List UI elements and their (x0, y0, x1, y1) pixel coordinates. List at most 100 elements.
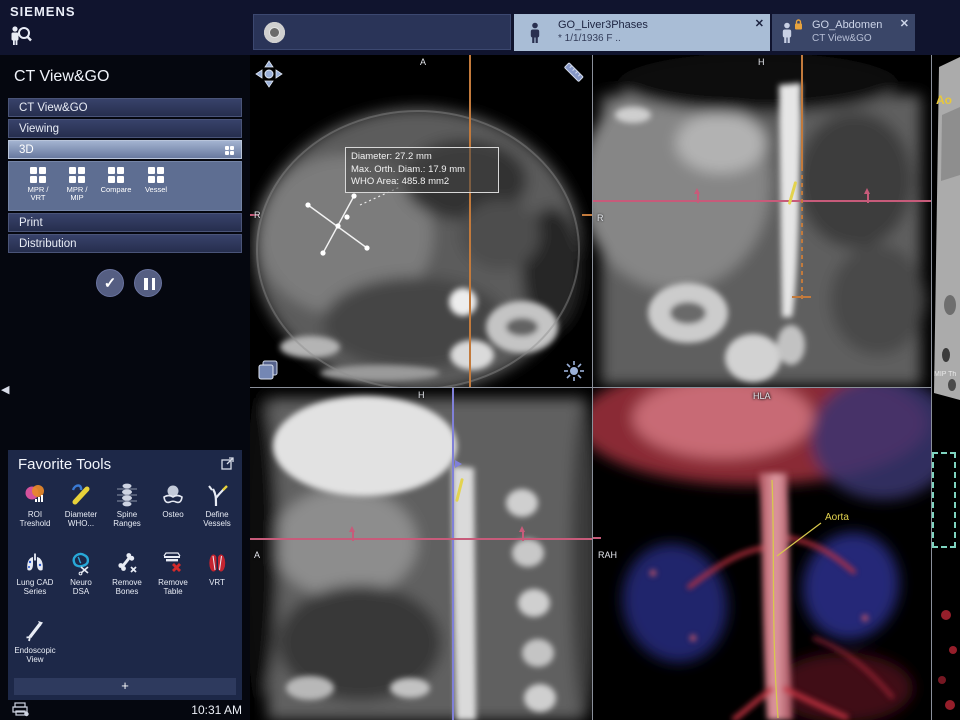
crosshair-vertical-orange[interactable] (469, 55, 471, 388)
orientation-label-top: H (418, 390, 425, 400)
remove-table-icon (160, 550, 186, 576)
tool-osteo[interactable]: Osteo (150, 482, 196, 519)
vrt-icon (204, 550, 230, 576)
endoscopic-view-icon (22, 618, 48, 644)
sidebar-collapse-arrow[interactable]: ◀ (1, 383, 9, 396)
add-tool-button[interactable]: + (14, 678, 236, 695)
close-icon[interactable]: ✕ (755, 17, 764, 30)
tool-vrt[interactable]: VRT (194, 550, 240, 587)
selection-frame[interactable] (932, 452, 956, 548)
preset-grid-icon (30, 167, 46, 183)
sagittal-ct-image[interactable] (250, 388, 593, 720)
menu-item-distribution[interactable]: Distribution (8, 234, 242, 253)
favorite-tools-title: Favorite Tools (18, 456, 111, 473)
preset-vessel[interactable]: Vessel (135, 167, 177, 194)
orientation-label-left: A (254, 550, 260, 560)
tool-remove-bones[interactable]: Remove Bones (104, 550, 150, 596)
viewport-side-strip[interactable]: Ao MIP Th (932, 55, 960, 720)
tool-define-vessels[interactable]: Define Vessels (194, 482, 240, 528)
crosshair-horizontal-pink[interactable] (593, 200, 932, 202)
orientation-label-left: R (254, 210, 261, 220)
axial-ct-image[interactable] (250, 55, 593, 388)
clock: 10:31 AM (191, 703, 242, 717)
viewport-coronal[interactable]: H R (593, 55, 932, 388)
close-icon[interactable]: ✕ (900, 17, 909, 30)
patient-icon (528, 22, 542, 44)
menu-item-print[interactable]: Print (8, 213, 242, 232)
viewport-sagittal[interactable]: H A (250, 388, 593, 720)
preset-mpr-vrt[interactable]: MPR / VRT (17, 167, 59, 202)
spine-ranges-icon (114, 482, 140, 508)
page-title: CT View&GO (14, 68, 109, 86)
confirm-button[interactable]: ✓ (96, 269, 124, 297)
preset-compare[interactable]: Compare (95, 167, 137, 194)
diameter-who-icon (68, 482, 94, 508)
lock-icon (794, 19, 803, 30)
tool-diameter-who[interactable]: Diameter WHO... (58, 482, 104, 528)
orientation-label-top: H (758, 57, 765, 67)
viewport-axial[interactable]: Diameter: 27.2 mm Max. Orth. Diam.: 17.9… (250, 55, 593, 388)
preset-grid-icon (69, 167, 85, 183)
top-bar: SIEMENS GO_Liver3Phases * 1/1/1936 F .. … (0, 0, 960, 55)
strip-mode-label: MIP Th (934, 371, 956, 378)
lung-cad-icon (22, 550, 48, 576)
pink-arrow-stem (867, 194, 869, 203)
undock-icon[interactable] (221, 457, 234, 470)
neuro-dsa-icon (68, 550, 94, 576)
strip-divider (931, 55, 932, 720)
tool-neuro-dsa[interactable]: Neuro DSA (58, 550, 104, 596)
viewport-divider-horizontal (250, 387, 932, 388)
pause-icon (144, 278, 155, 290)
strip-ct-image[interactable] (932, 55, 960, 720)
ct-viewgo-app: SIEMENS GO_Liver3Phases * 1/1/1936 F .. … (0, 0, 960, 720)
tab-subtitle: CT View&GO (812, 33, 872, 44)
define-vessels-icon (204, 482, 230, 508)
patient-browser-icon[interactable] (9, 24, 33, 48)
vessel-label[interactable]: Aorta (825, 512, 849, 523)
measurement-annotation[interactable]: Diameter: 27.2 mm Max. Orth. Diam.: 17.9… (345, 147, 499, 193)
crosshair-tick-pink (593, 537, 601, 539)
ruler-icon[interactable] (561, 59, 587, 85)
tab-go-liver3phases[interactable]: GO_Liver3Phases * 1/1/1936 F .. ✕ (514, 14, 770, 51)
coronal-ct-image[interactable] (593, 55, 932, 388)
workflow-menu: CT View&GO Viewing 3D MPR / VRT MPR / MI… (8, 98, 242, 255)
series-stack-icon[interactable] (256, 358, 280, 382)
pink-arrow-stem (352, 532, 354, 541)
printer-status-icon[interactable] (12, 702, 30, 717)
pink-arrow-head (694, 188, 700, 194)
strip-vessel-label: Ao (936, 93, 952, 107)
orientation-label-top: HLA (753, 391, 771, 401)
tab-title: GO_Liver3Phases (558, 19, 648, 31)
tool-roi-threshold[interactable]: ROI Treshold (12, 482, 58, 528)
pan-icon[interactable] (255, 60, 283, 88)
orientation-label-left: R (597, 213, 604, 223)
tool-spine-ranges[interactable]: Spine Ranges (104, 482, 150, 528)
preset-mpr-mip[interactable]: MPR / MIP (56, 167, 98, 202)
tool-endoscopic-view[interactable]: Endoscopic View (12, 618, 58, 664)
status-bar: 10:31 AM (0, 700, 250, 720)
patient-icon (780, 22, 794, 44)
roi-threshold-icon (22, 482, 48, 508)
menu-item-3d[interactable]: 3D (8, 140, 242, 159)
tab-title: GO_Abdomen (812, 19, 882, 31)
siemens-logo: SIEMENS (10, 4, 76, 19)
viewport-vrt-3d[interactable]: Aorta HLA RAH (593, 388, 932, 720)
sidebar: CT View&GO CT View&GO Viewing 3D MPR / V… (0, 55, 250, 720)
crosshair-vertical-orange-dashed[interactable] (801, 167, 803, 299)
menu-item-ct-viewgo[interactable]: CT View&GO (8, 98, 242, 117)
pause-button[interactable] (134, 269, 162, 297)
purple-arrow-head (455, 460, 462, 468)
tab-go-abdomen[interactable]: GO_Abdomen CT View&GO ✕ (772, 14, 915, 51)
orientation-label-left: RAH (598, 550, 617, 560)
windowing-icon[interactable] (563, 360, 585, 382)
tool-remove-table[interactable]: Remove Table (150, 550, 196, 596)
crosshair-horizontal-pink[interactable] (250, 538, 593, 540)
crosshair-vertical-purple[interactable] (452, 388, 454, 720)
tool-lung-cad-series[interactable]: Lung CAD Series (12, 550, 58, 596)
tab-subtitle: * 1/1/1936 F .. (558, 33, 621, 44)
menu-item-viewing[interactable]: Viewing (8, 119, 242, 138)
pink-arrow-stem (522, 532, 524, 541)
record-icon[interactable] (264, 22, 285, 43)
crosshair-vertical-orange[interactable] (801, 55, 803, 167)
vrt-3d-image[interactable] (593, 388, 932, 720)
